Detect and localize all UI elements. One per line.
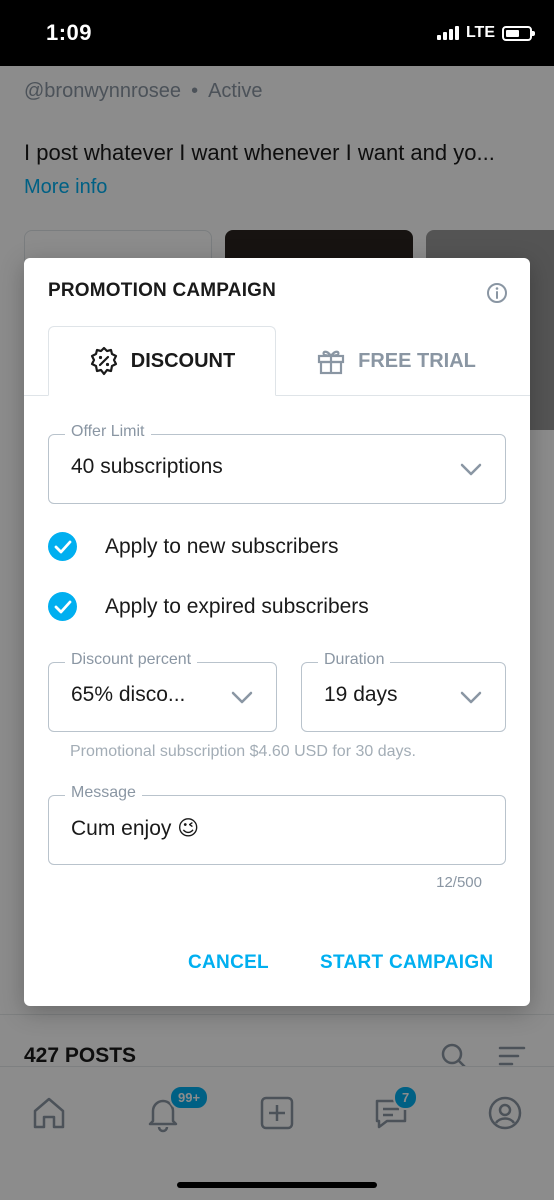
checkbox-expired-label: Apply to expired subscribers	[105, 594, 369, 618]
offer-limit-label: Offer Limit	[65, 423, 151, 441]
discount-percent-label: Discount percent	[65, 651, 198, 669]
tab-discount[interactable]: DISCOUNT	[48, 326, 276, 396]
tab-free-trial[interactable]: FREE TRIAL	[286, 326, 506, 396]
offer-limit-value: 40 subscriptions	[71, 455, 223, 478]
checkbox-expired-subscribers[interactable]: Apply to expired subscribers	[48, 592, 369, 621]
discount-percent-select[interactable]: Discount percent 65% disco...	[48, 651, 277, 732]
gift-icon	[318, 350, 345, 375]
tab-free-trial-label: FREE TRIAL	[358, 349, 476, 372]
checkmark-icon	[48, 532, 77, 561]
network-type: LTE	[465, 24, 495, 41]
offer-limit-select[interactable]: Offer Limit 40 subscriptions	[48, 423, 506, 504]
discount-percent-value: 65% disco...	[71, 683, 186, 706]
chevron-down-icon	[231, 691, 253, 704]
message-label: Message	[65, 784, 142, 802]
checkbox-new-label: Apply to new subscribers	[105, 534, 339, 558]
start-campaign-button[interactable]: START CAMPAIGN	[320, 952, 493, 974]
chevron-down-icon	[460, 463, 482, 476]
signal-icon	[436, 26, 459, 40]
duration-label: Duration	[318, 651, 391, 669]
duration-value: 19 days	[324, 683, 398, 706]
message-field[interactable]: Message Cum enjoy 😉	[48, 784, 506, 865]
status-indicators: LTE	[436, 24, 535, 42]
promotion-campaign-dialog: PROMOTION CAMPAIGN DISCOUNT FREE TRIAL O…	[24, 258, 530, 1006]
discount-badge-icon	[90, 346, 117, 376]
checkbox-new-subscribers[interactable]: Apply to new subscribers	[48, 532, 338, 561]
cancel-button[interactable]: CANCEL	[188, 952, 269, 974]
character-counter: 12/500	[436, 874, 482, 891]
status-bar: 1:09 LTE	[0, 0, 554, 66]
promotion-helper-text: Promotional subscription $4.60 USD for 3…	[70, 743, 416, 760]
message-value[interactable]: Cum enjoy 😉	[71, 816, 199, 841]
duration-select[interactable]: Duration 19 days	[301, 651, 506, 732]
battery-icon	[502, 25, 535, 41]
chevron-down-icon	[460, 691, 482, 704]
checkmark-icon	[48, 592, 77, 621]
info-icon[interactable]	[486, 282, 508, 304]
dialog-title: PROMOTION CAMPAIGN	[48, 280, 277, 301]
tab-discount-label: DISCOUNT	[130, 349, 236, 372]
status-time: 1:09	[46, 20, 93, 45]
